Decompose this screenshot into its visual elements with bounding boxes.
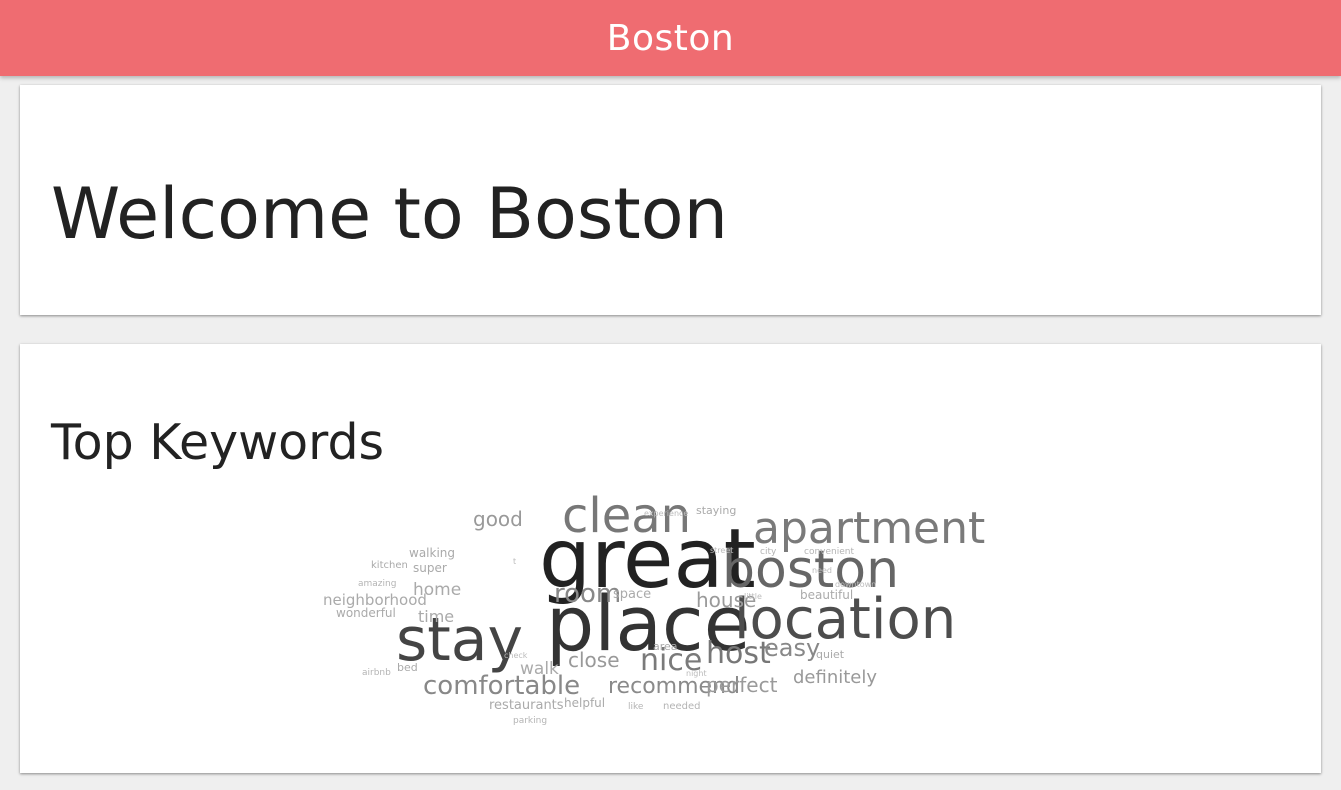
app-header: Boston <box>0 0 1341 76</box>
keyword-staying: staying <box>696 504 736 517</box>
keyword-area: area <box>653 640 678 653</box>
keyword-airbnb: airbnb <box>362 668 391 678</box>
keyword-space: space <box>613 587 651 602</box>
keyword-little: little <box>744 592 762 601</box>
keyword-convenient: convenient <box>804 547 854 557</box>
keyword-super: super <box>413 561 447 575</box>
header-title: Boston <box>606 17 735 59</box>
keyword-street: street <box>710 546 733 555</box>
keyword-close: close <box>568 648 620 672</box>
keyword-walk: walk <box>520 659 559 679</box>
keyword-walking: walking <box>409 546 455 560</box>
keyword-word-cloud: greatplacestay locationbostonclean apartme… <box>323 488 985 726</box>
keyword-helpful: helpful <box>564 696 605 710</box>
keyword-kitchen: kitchen <box>371 560 408 571</box>
keyword-apartment: apartment <box>753 503 985 554</box>
keyword-restaurants: restaurants <box>489 698 564 713</box>
keyword-good: good <box>473 507 523 531</box>
keyword-parking: parking <box>513 716 547 726</box>
keyword-host: host <box>706 636 771 671</box>
keyword-city: city <box>760 547 777 557</box>
keyword-perfect: perfect <box>706 673 778 697</box>
keyword-experience: experience <box>644 509 688 518</box>
keyword-quiet: quiet <box>816 648 845 661</box>
keyword-wonderful: wonderful <box>336 606 396 620</box>
welcome-card: Welcome to Boston <box>20 85 1321 315</box>
keyword-like: like <box>628 702 644 712</box>
keyword-check: check <box>504 651 528 660</box>
keyword-room: room <box>554 579 621 609</box>
keyword-beautiful: beautiful <box>800 588 853 602</box>
keyword-t: t <box>513 557 516 566</box>
keyword-bed: bed <box>397 661 418 674</box>
keyword-amazing: amazing <box>358 579 396 589</box>
keyword-definitely: definitely <box>793 667 877 688</box>
keyword-night: night <box>686 669 707 678</box>
keyword-needed: needed <box>663 701 701 712</box>
keyword-time: time <box>418 607 454 626</box>
keyword-easy: easy <box>764 634 820 662</box>
keyword-need: need <box>812 566 832 575</box>
welcome-heading: Welcome to Boston <box>51 173 728 255</box>
keywords-card: Top Keywords great place stay location bosto… <box>20 344 1321 773</box>
keyword-downtown: downtown <box>835 580 876 589</box>
